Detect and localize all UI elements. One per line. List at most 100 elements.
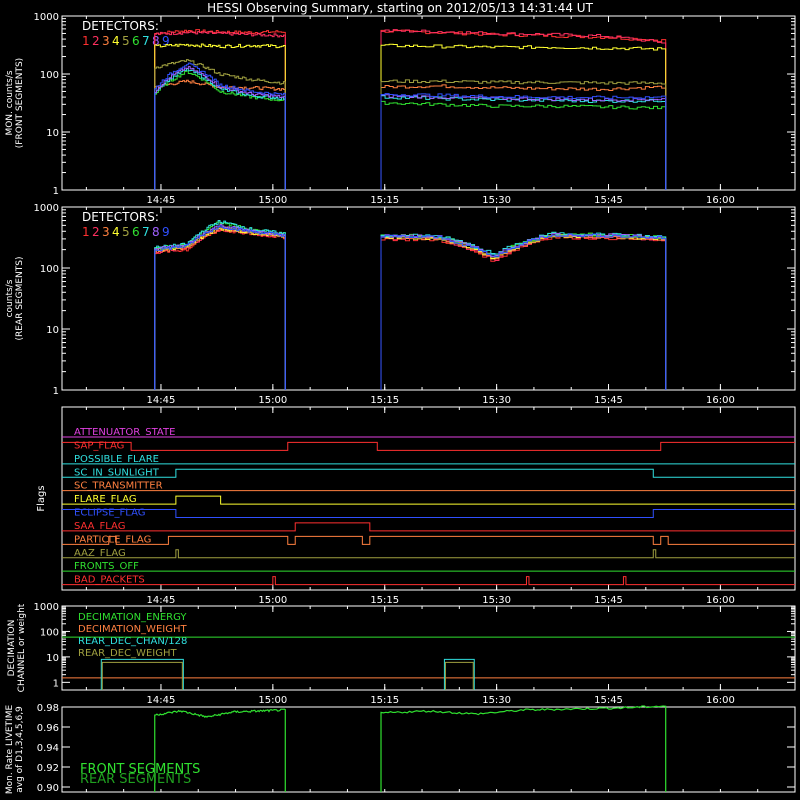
rear-rates-xtick-label: 15:15 <box>370 395 399 406</box>
decimation-ylabel: DECIMATION <box>7 620 17 677</box>
front-rates-ytick-label: 10 <box>46 128 59 139</box>
rear-rates-ytick-label: 10 <box>46 325 59 336</box>
decimation-ylabel: CHANNEL or weight <box>17 603 27 692</box>
flags-label-sc_transmitter: SC_TRANSMITTER <box>74 481 163 492</box>
rear-rates-ytick-label: 1 <box>53 386 59 397</box>
rear-rates-legend-digit-5: 5 <box>122 225 130 239</box>
flags-trace-sc_in_sunlight <box>62 468 795 478</box>
rear-rates-series-9-seg2 <box>380 233 667 390</box>
rear-rates-legend-digit-2: 2 <box>92 225 100 239</box>
livetime-legend-1: REAR SEGMENTS <box>80 772 191 787</box>
livetime-ytick-label: 0.96 <box>37 723 59 734</box>
livetime-ytick-label: 0.98 <box>37 703 59 714</box>
livetime-ylabel: avg of D1,3,4,5,6,9 <box>15 706 25 793</box>
flags-trace-particle_flag <box>62 535 795 545</box>
rear-rates-legend-digit-1: 1 <box>82 225 90 239</box>
flags-label-possible_flare: POSSIBLE_FLARE <box>74 454 159 465</box>
livetime-ytick-label: 0.94 <box>37 743 59 754</box>
rear-rates-legend-digit-7: 7 <box>142 225 150 239</box>
rear-rates-series-4-seg1 <box>154 227 286 390</box>
front-rates-legend-digit-3: 3 <box>102 34 110 48</box>
decimation-legend-3: REAR_DEC_WEIGHT <box>78 648 177 659</box>
rear-rates-ylabel: (REAR SEGMENTS) <box>15 256 25 340</box>
decimation-xtick-label: 15:15 <box>370 695 399 706</box>
livetime-front-seg-2 <box>380 705 667 792</box>
flags-label-attenuator_state: ATTENUATOR_STATE <box>74 427 175 438</box>
rear-rates-series-3-seg2 <box>380 234 667 390</box>
decimation-xtick-label: 15:30 <box>482 695 511 706</box>
front-rates-legend-digit-7: 7 <box>142 34 150 48</box>
front-rates-legend-digit-2: 2 <box>92 34 100 48</box>
front-rates-series-4-seg1 <box>154 43 286 190</box>
front-rates-ylabel: (FRONT SEGMENTS) <box>15 58 25 148</box>
front-rates-xtick-label: 16:00 <box>706 195 735 206</box>
decimation-rear-weight-box-0 <box>101 661 183 690</box>
flags-trace-aaz_flag <box>62 549 795 559</box>
front-rates-legend-digit-4: 4 <box>112 34 120 48</box>
decimation-rear-weight-box-1 <box>444 661 474 690</box>
rear-rates-series-1-seg2 <box>380 235 667 390</box>
livetime-ytick-label: 0.92 <box>37 763 59 774</box>
flags-xtick-label: 15:00 <box>258 595 287 606</box>
rear-rates-series-4-seg2 <box>380 234 667 390</box>
rear-rates-series-1-seg1 <box>154 229 286 390</box>
decimation-legend-2: REAR_DEC_CHAN/128 <box>78 636 187 647</box>
flags-ylabel: Flags <box>36 485 47 511</box>
rear-rates-legend-digit-3: 3 <box>102 225 110 239</box>
rear-rates-ytick-label: 1000 <box>34 203 59 214</box>
front-rates-xtick-label: 14:45 <box>147 195 176 206</box>
decimation-xtick-label: 16:00 <box>706 695 735 706</box>
flags-trace-sap_flag <box>62 441 795 451</box>
flags-label-flare_flag: FLARE_FLAG <box>74 494 137 505</box>
front-rates-legend-digit-8: 8 <box>152 34 160 48</box>
front-rates-legend-digit-5: 5 <box>122 34 130 48</box>
rear-rates-series-3-seg1 <box>154 227 286 390</box>
front-rates-series-5-seg1 <box>154 59 286 190</box>
decimation-ytick-label: 1 <box>53 678 59 689</box>
decimation-ytick-label: 100 <box>40 627 59 638</box>
front-rates-series-8-seg2 <box>380 94 667 190</box>
front-rates-xtick-label: 15:45 <box>594 195 623 206</box>
flags-xtick-label: 16:00 <box>706 595 735 606</box>
flags-trace-bad_packets <box>62 576 795 586</box>
front-rates-ylabel: MON. counts/s <box>5 70 15 135</box>
front-rates-series-4-seg2 <box>380 43 667 190</box>
decimation-xtick-label: 15:00 <box>258 695 287 706</box>
decimation-rear-chan-box-0 <box>100 658 184 690</box>
rear-rates-series-7-seg2 <box>380 231 667 390</box>
front-rates-series-2-seg2 <box>380 29 667 190</box>
rear-rates-xtick-label: 16:00 <box>706 395 735 406</box>
rear-rates-xtick-label: 15:45 <box>594 395 623 406</box>
decimation-legend-1: DECIMATION_WEIGHT <box>78 624 187 635</box>
rear-rates-legend-digit-9: 9 <box>162 225 170 239</box>
front-rates-legend-digit-6: 6 <box>132 34 140 48</box>
livetime-ylabel: Mon. Rate LIVETIME <box>5 705 15 795</box>
decimation-legend-0: DECIMATION_ENERGY <box>78 612 187 623</box>
front-rates-xtick-label: 15:00 <box>258 195 287 206</box>
rear-rates-series-2-seg2 <box>380 234 667 390</box>
rear-rates-ylabel: counts/s <box>5 279 15 317</box>
flags-label-aaz_flag: AAZ_FLAG <box>74 548 126 559</box>
front-rates-series-2-seg1 <box>154 30 286 190</box>
front-rates-ytick-label: 1 <box>53 186 59 197</box>
front-rates-legend-digit-1: 1 <box>82 34 90 48</box>
rear-rates-series-5-seg2 <box>380 233 667 390</box>
flags-xtick-label: 15:30 <box>482 595 511 606</box>
flags-trace-eclipse_flag <box>62 509 795 518</box>
rear-rates-xtick-label: 15:00 <box>258 395 287 406</box>
front-rates-series-3-seg1 <box>154 79 286 190</box>
front-rates-series-1-seg2 <box>380 29 667 190</box>
rear-rates-xtick-label: 14:45 <box>147 395 176 406</box>
flags-label-bad_packets: BAD_PACKETS <box>74 575 145 586</box>
front-rates-xtick-label: 15:15 <box>370 195 399 206</box>
decimation-xtick-label: 14:45 <box>147 695 176 706</box>
hessi-summary-chart: HESSI Observing Summary, starting on 201… <box>5 1 796 795</box>
rear-rates-series-6-seg2 <box>380 232 667 390</box>
flags-label-saa_flag: SAA_FLAG <box>74 521 125 532</box>
decimation-xtick-label: 15:45 <box>594 695 623 706</box>
flags-label-sc_in_sunlight: SC_IN_SUNLIGHT <box>74 467 160 478</box>
front-rates-series-7-seg2 <box>380 95 667 190</box>
front-rates-ytick-label: 1000 <box>34 12 59 23</box>
livetime-ytick-label: 0.90 <box>37 783 59 794</box>
flags-trace-flare_flag <box>62 495 795 505</box>
